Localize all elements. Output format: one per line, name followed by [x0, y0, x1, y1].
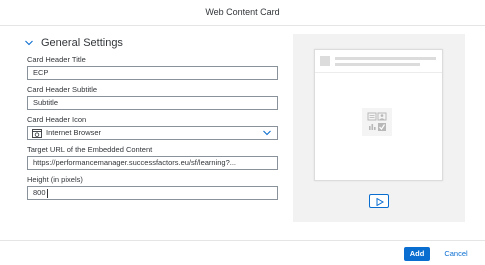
card-header-subtitle-input[interactable]: Subtitle [27, 96, 278, 110]
dialog-header: Web Content Card [0, 0, 485, 26]
card-header-icon-label: Card Header Icon [27, 115, 87, 124]
card-header-icon-select[interactable]: Internet Browser [27, 126, 278, 140]
preview-title-placeholder [335, 57, 436, 60]
general-settings-toggle[interactable]: General Settings [24, 36, 123, 50]
height-value: 800 [33, 188, 46, 197]
height-input[interactable]: 800 [27, 186, 278, 200]
card-preview [314, 49, 443, 181]
preview-divider [315, 72, 442, 73]
preview-play-button[interactable] [369, 194, 389, 208]
chevron-down-icon [25, 40, 33, 46]
card-header-icon-value: Internet Browser [46, 128, 102, 137]
target-url-input[interactable]: https://performancemanager.successfactor… [27, 156, 278, 170]
add-button[interactable]: Add [404, 247, 430, 261]
dialog-title: Web Content Card [205, 7, 280, 17]
content-placeholder-icon [367, 112, 387, 131]
play-icon [376, 198, 384, 206]
chevron-down-icon [263, 130, 271, 136]
target-url-label: Target URL of the Embedded Content [27, 145, 153, 154]
preview-subtitle-placeholder [335, 63, 420, 66]
card-header-title-label: Card Header Title [27, 55, 86, 64]
internet-browser-icon [32, 128, 42, 138]
preview-content-placeholder [362, 108, 392, 136]
height-label: Height (in pixels) [27, 175, 83, 184]
section-title: General Settings [41, 37, 123, 49]
web-content-card-dialog: Web Content Card General Settings Card H… [0, 0, 485, 265]
card-header-subtitle-label: Card Header Subtitle [27, 85, 98, 94]
cancel-button[interactable]: Cancel [438, 247, 474, 261]
text-cursor [46, 188, 48, 198]
preview-header-icon-placeholder [320, 56, 330, 66]
card-header-title-input[interactable]: ECP [27, 66, 278, 80]
